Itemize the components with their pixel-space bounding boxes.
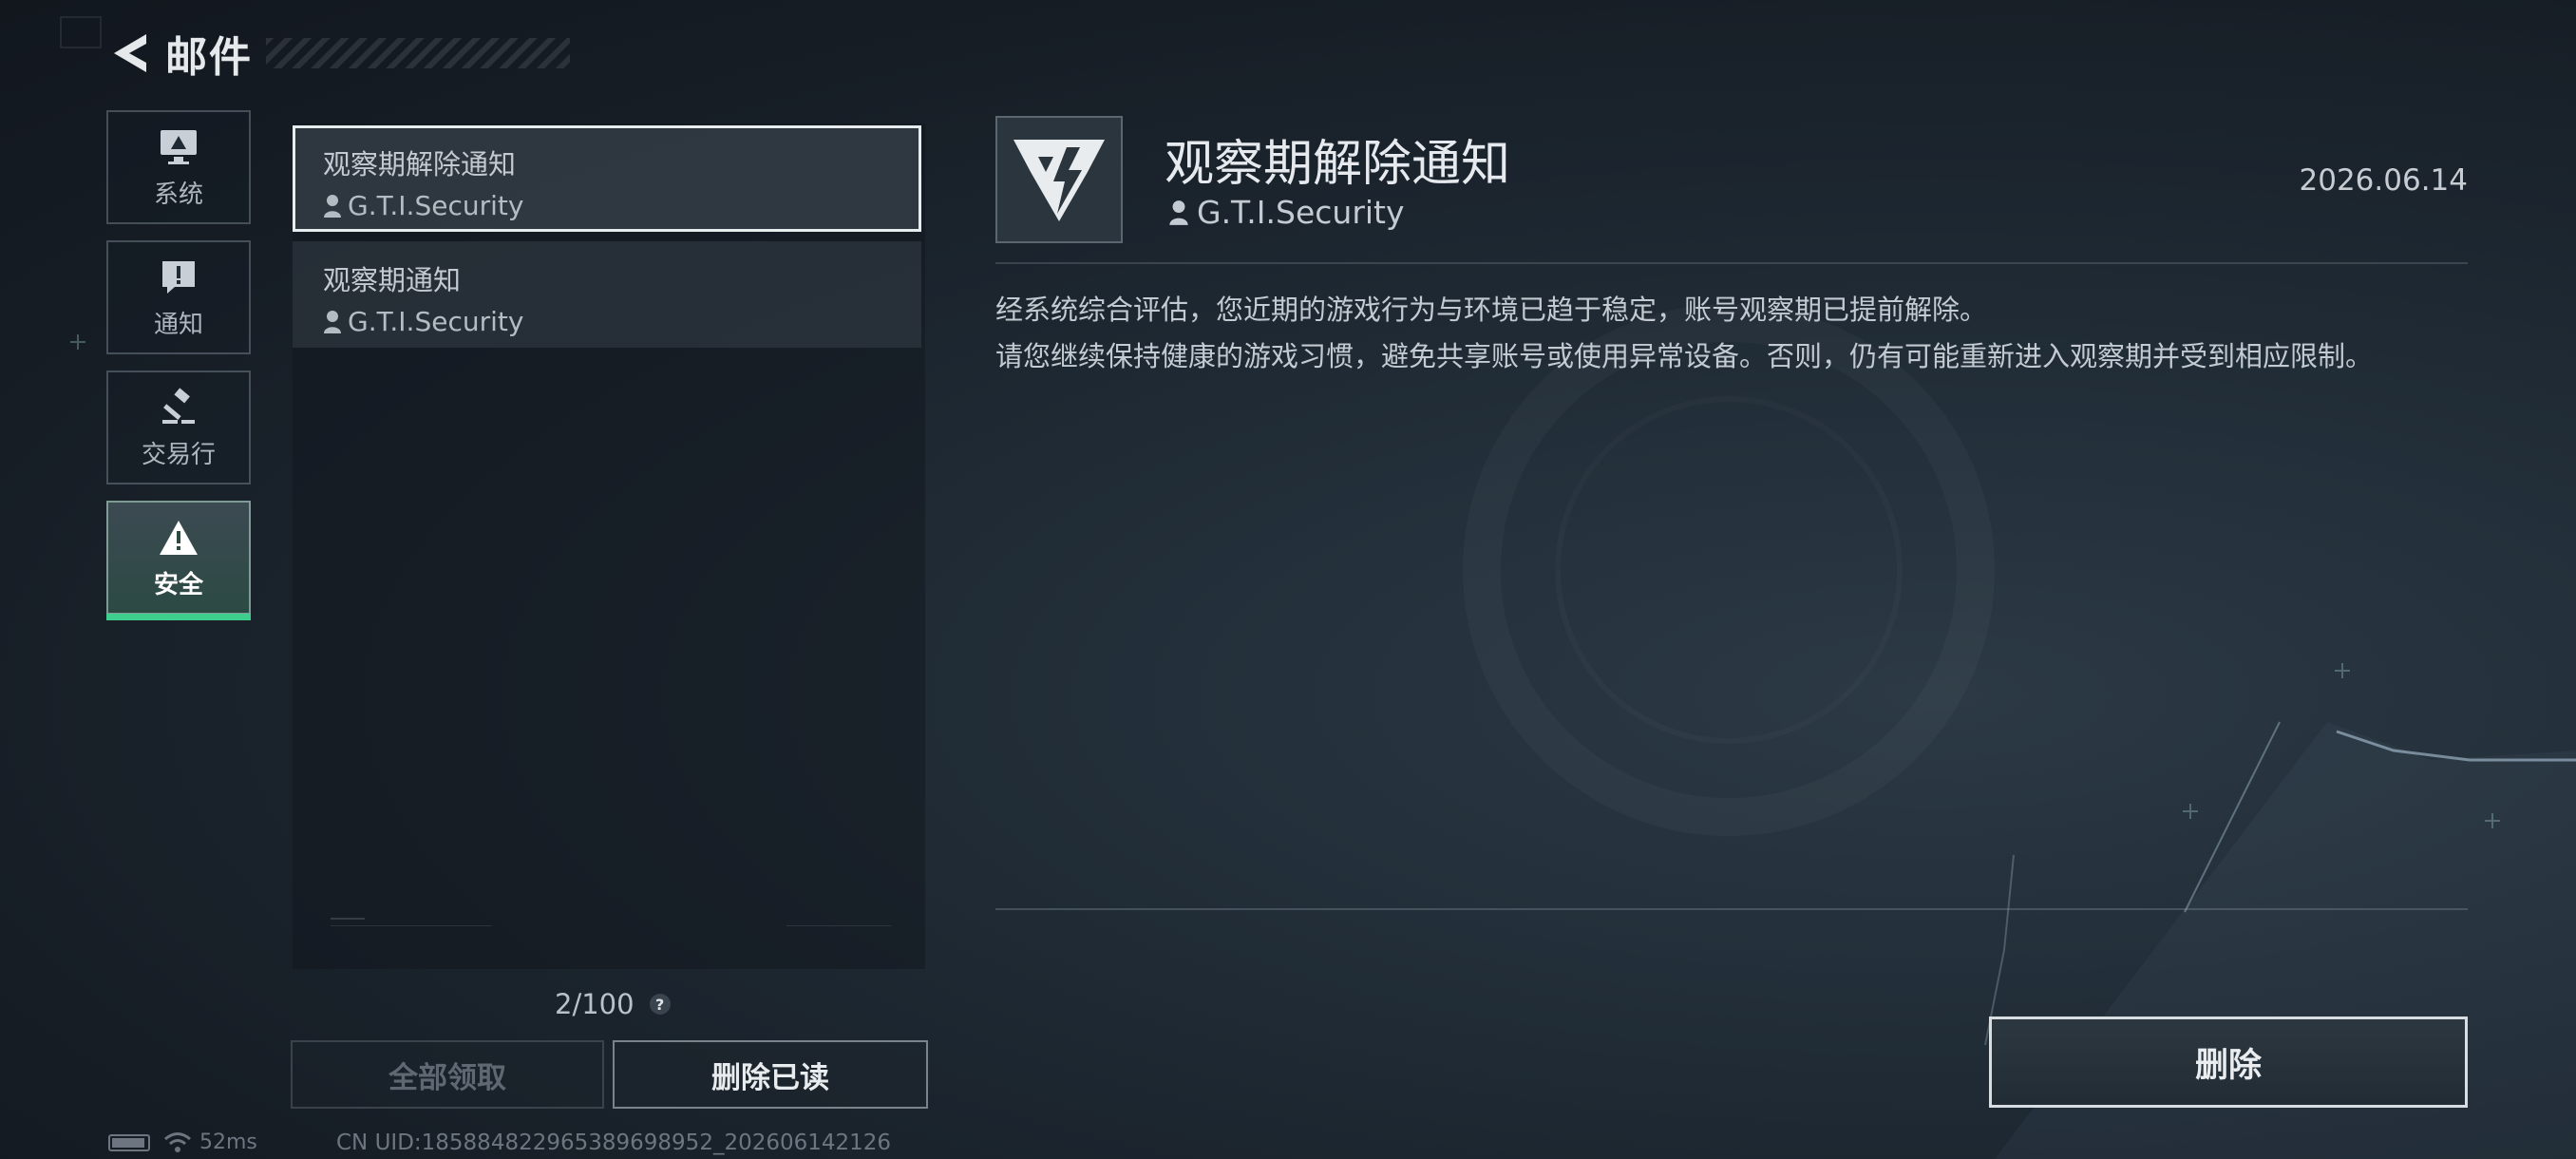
- category-system[interactable]: 系统: [106, 110, 251, 224]
- mail-subject: 观察期解除通知: [323, 148, 517, 180]
- mail-sender-name: G.T.I.Security: [348, 306, 524, 337]
- detail-title: 观察期解除通知: [1165, 136, 1511, 193]
- category-system-label: 系统: [153, 180, 203, 209]
- exclamation-bubble-icon: [157, 256, 200, 299]
- mail-list-item-selected[interactable]: 观察期解除通知 G.T.I.Security: [293, 125, 921, 232]
- mail-list-panel: 观察期解除通知 G.T.I.Security 观察期通知 G.T.I.Secur…: [293, 124, 925, 969]
- page-header: 邮件: [104, 25, 253, 82]
- person-icon: [324, 310, 341, 333]
- gti-logo-icon: [1013, 140, 1105, 221]
- battery-icon: [108, 1133, 150, 1151]
- category-notice[interactable]: 通知: [106, 240, 251, 354]
- category-trading[interactable]: 交易行: [106, 370, 251, 484]
- monitor-icon: [157, 125, 200, 169]
- category-security[interactable]: 安全: [106, 501, 251, 620]
- ping-text: 52ms: [199, 1130, 257, 1154]
- list-footer-decoration: [331, 918, 891, 926]
- wifi-icon: [164, 1131, 191, 1152]
- delete-read-button[interactable]: 删除已读: [613, 1040, 928, 1109]
- warning-triangle-icon: [157, 516, 200, 560]
- mail-sender: G.T.I.Security: [323, 306, 921, 337]
- mail-sender: G.T.I.Security: [323, 190, 919, 221]
- person-icon: [1169, 200, 1188, 225]
- claim-all-button[interactable]: 全部领取: [291, 1040, 604, 1109]
- divider: [995, 262, 2468, 264]
- uid-text: CN UID:185884822965389698952_20260614212…: [336, 1130, 892, 1155]
- detail-body-paragraph: 请您继续保持健康的游戏习惯，避免共享账号或使用异常设备。否则，仍有可能重新进入观…: [995, 340, 2374, 372]
- detail-body-paragraph: 经系统综合评估，您近期的游戏行为与环境已趋于稳定，账号观察期已提前解除。: [995, 294, 1988, 326]
- divider: [995, 908, 2468, 910]
- delete-button[interactable]: 删除: [1989, 1016, 2468, 1108]
- mail-count-text: 2/100: [555, 988, 635, 1020]
- back-arrow-icon: [114, 34, 146, 72]
- back-button[interactable]: [104, 28, 156, 79]
- mail-count: 2/100 ?: [555, 988, 671, 1020]
- mail-sender-name: G.T.I.Security: [348, 190, 524, 221]
- detail-sender-name: G.T.I.Security: [1197, 194, 1405, 231]
- mail-subject: 观察期通知: [323, 264, 462, 296]
- page-title: 邮件: [165, 33, 253, 82]
- sender-logo: [995, 116, 1123, 243]
- category-sidebar: 系统 通知 交易行 安全: [106, 110, 255, 631]
- help-icon[interactable]: ?: [649, 994, 671, 1015]
- gavel-icon: [157, 386, 200, 429]
- mail-list-item[interactable]: 观察期通知 G.T.I.Security: [293, 241, 921, 348]
- category-security-label: 安全: [153, 570, 203, 599]
- header-stripe-decoration: [266, 38, 570, 68]
- status-bar: 52ms: [108, 1130, 314, 1154]
- detail-body: 经系统综合评估，您近期的游戏行为与环境已趋于稳定，账号观察期已提前解除。 请您继…: [995, 287, 2468, 380]
- category-notice-label: 通知: [153, 310, 203, 339]
- detail-date: 2026.06.14: [2299, 163, 2469, 198]
- detail-sender: G.T.I.Security: [1168, 194, 1405, 231]
- category-trading-label: 交易行: [141, 440, 216, 469]
- person-icon: [324, 194, 341, 218]
